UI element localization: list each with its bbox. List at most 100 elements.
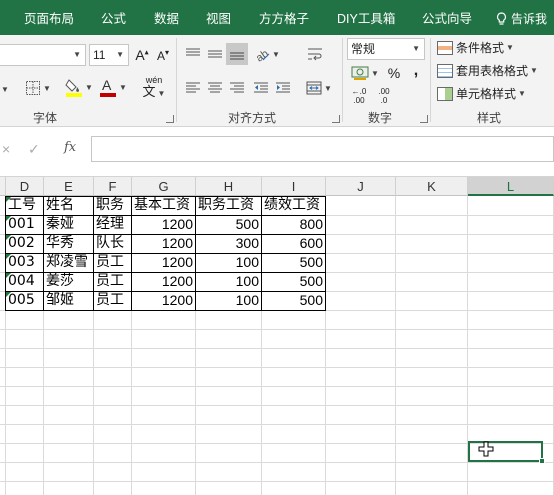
- font-size-dropdown[interactable]: 11 ▼: [89, 44, 129, 66]
- table-header-cell[interactable]: 工号: [6, 196, 43, 215]
- column-header-d[interactable]: D: [6, 177, 44, 196]
- worksheet-grid[interactable]: DEFGHIJKL 工号 姓名 职务 基本工资 职务工资 绩效工资 001 秦娅 经理 1200 5…: [0, 177, 554, 495]
- percent-style-button[interactable]: %: [385, 63, 403, 83]
- column-header-k[interactable]: K: [396, 177, 468, 196]
- column-header-l[interactable]: L: [468, 177, 554, 196]
- column-header-e[interactable]: E: [44, 177, 94, 196]
- lightbulb-icon: [496, 12, 507, 25]
- tell-me-box[interactable]: 告诉我: [496, 0, 547, 35]
- table-cell[interactable]: 1200: [132, 215, 195, 234]
- tab-data[interactable]: 数据: [154, 0, 179, 35]
- orientation-button[interactable]: ab ▼: [253, 44, 281, 64]
- table-cell[interactable]: 004: [6, 272, 43, 291]
- increase-indent-button[interactable]: [274, 79, 292, 97]
- cancel-entry-button[interactable]: ×: [2, 141, 10, 157]
- number-format-dropdown[interactable]: 常规 ▼: [347, 38, 425, 60]
- tab-fangfang-gezi[interactable]: 方方格子: [259, 0, 309, 35]
- font-dialog-launcher[interactable]: [166, 115, 174, 123]
- tab-view[interactable]: 视图: [206, 0, 231, 35]
- table-cell[interactable]: 100: [196, 272, 261, 291]
- table-cell[interactable]: 002: [6, 234, 43, 253]
- align-center-button[interactable]: [206, 79, 224, 97]
- table-cell[interactable]: 003: [6, 253, 43, 272]
- grid-hline: [0, 348, 554, 349]
- top-align-button[interactable]: [184, 45, 202, 63]
- top-align-icon: [186, 48, 200, 56]
- decrease-decimal-icon: .0: [380, 96, 388, 105]
- table-header-cell[interactable]: 基本工资: [132, 196, 195, 215]
- table-cell[interactable]: 100: [196, 253, 261, 272]
- table-cell[interactable]: 600: [262, 234, 325, 253]
- increase-decimal-button[interactable]: ←.0.00: [349, 86, 369, 106]
- confirm-entry-button[interactable]: ✓: [28, 141, 40, 158]
- column-header-i[interactable]: I: [262, 177, 326, 196]
- table-border-v: [43, 196, 44, 311]
- merge-center-button[interactable]: ▼: [303, 78, 335, 98]
- table-cell[interactable]: 员工: [94, 272, 131, 291]
- alignment-dialog-launcher[interactable]: [332, 115, 340, 123]
- table-cell[interactable]: 华秀: [44, 234, 93, 253]
- bottom-align-button[interactable]: [226, 43, 248, 65]
- table-cell[interactable]: 姜莎: [44, 272, 93, 291]
- table-cell[interactable]: 1200: [132, 234, 195, 253]
- table-cell[interactable]: 500: [262, 253, 325, 272]
- table-header-cell[interactable]: 姓名: [44, 196, 93, 215]
- underline-dropdown[interactable]: ▼: [0, 79, 9, 99]
- phonetic-guide-button[interactable]: wén 文 ▼: [137, 75, 171, 101]
- table-header-cell[interactable]: 职务: [94, 196, 131, 215]
- accounting-format-button[interactable]: ▼: [349, 63, 381, 83]
- column-header-g[interactable]: G: [132, 177, 196, 196]
- column-header-h[interactable]: H: [196, 177, 262, 196]
- middle-align-button[interactable]: [206, 45, 224, 63]
- table-cell[interactable]: 郑凌雪: [44, 253, 93, 272]
- tab-page-layout[interactable]: 页面布局: [24, 0, 74, 35]
- comma-style-button[interactable]: ,: [408, 61, 424, 81]
- table-cell[interactable]: 005: [6, 291, 43, 310]
- decrease-font-size-button[interactable]: A▾: [154, 45, 172, 65]
- decrease-decimal-button[interactable]: .00.0: [374, 86, 394, 106]
- borders-button[interactable]: ▼: [20, 77, 56, 99]
- insert-function-button[interactable]: fx: [64, 140, 76, 155]
- table-cell[interactable]: 经理: [94, 215, 131, 234]
- decrease-indent-button[interactable]: [252, 79, 270, 97]
- column-header-f[interactable]: F: [94, 177, 132, 196]
- table-cell[interactable]: 员工: [94, 291, 131, 310]
- table-cell[interactable]: 秦娅: [44, 215, 93, 234]
- cell-styles-button[interactable]: 单元格样式 ▼: [437, 84, 526, 104]
- table-cell[interactable]: 邹姬: [44, 291, 93, 310]
- table-cell[interactable]: 100: [196, 291, 261, 310]
- table-header-cell[interactable]: 职务工资: [196, 196, 261, 215]
- increase-indent-icon: [276, 82, 290, 93]
- tab-formula-wizard[interactable]: 公式向导: [422, 0, 472, 35]
- tab-diy-toolbox[interactable]: DIY工具箱: [337, 0, 395, 35]
- fill-handle[interactable]: [539, 458, 545, 464]
- table-cell[interactable]: 队长: [94, 234, 131, 253]
- formula-input[interactable]: [91, 136, 554, 162]
- wrap-text-button[interactable]: [305, 44, 325, 64]
- conditional-formatting-button[interactable]: 条件格式 ▼: [437, 38, 514, 58]
- table-cell[interactable]: 1200: [132, 291, 195, 310]
- table-cell[interactable]: 员工: [94, 253, 131, 272]
- table-cell[interactable]: 001: [6, 215, 43, 234]
- table-header-cell[interactable]: 绩效工资: [262, 196, 325, 215]
- column-header-j[interactable]: J: [326, 177, 396, 196]
- align-left-button[interactable]: [184, 79, 202, 97]
- format-as-table-button[interactable]: 套用表格格式 ▼: [437, 61, 538, 81]
- table-cell[interactable]: 1200: [132, 253, 195, 272]
- percent-icon: %: [387, 65, 401, 81]
- grid-hline: [0, 405, 554, 406]
- align-right-button[interactable]: [228, 79, 246, 97]
- table-cell[interactable]: 500: [262, 272, 325, 291]
- table-cell[interactable]: 1200: [132, 272, 195, 291]
- fill-color-button[interactable]: ▼: [63, 75, 95, 99]
- table-cell[interactable]: 500: [196, 215, 261, 234]
- table-cell[interactable]: 800: [262, 215, 325, 234]
- table-border-v: [325, 196, 326, 311]
- increase-font-size-button[interactable]: A▴: [133, 45, 151, 65]
- table-cell[interactable]: 300: [196, 234, 261, 253]
- table-cell[interactable]: 500: [262, 291, 325, 310]
- font-name-dropdown[interactable]: ▼: [0, 44, 86, 66]
- tab-formulas[interactable]: 公式: [101, 0, 126, 35]
- number-dialog-launcher[interactable]: [420, 115, 428, 123]
- font-color-button[interactable]: A ▼: [97, 75, 129, 99]
